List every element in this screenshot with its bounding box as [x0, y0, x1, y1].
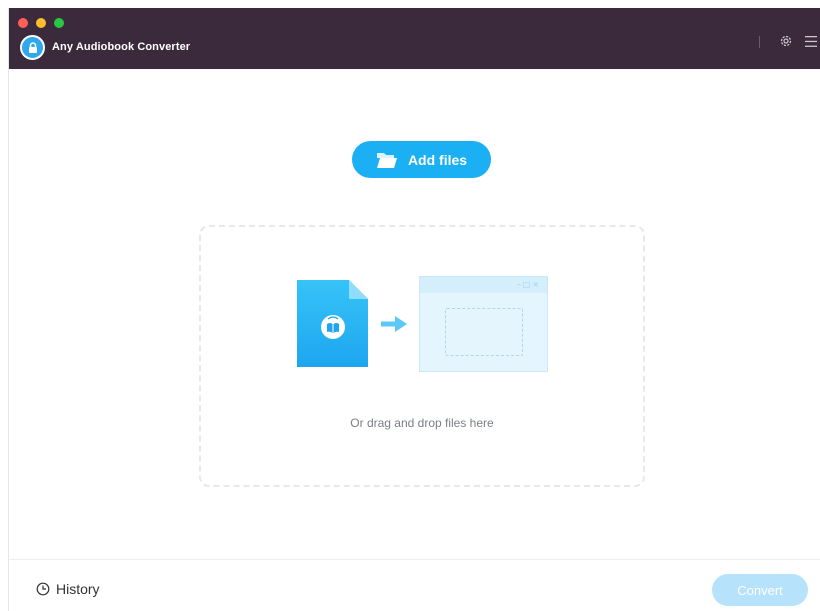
- open-folder-icon: [376, 151, 398, 169]
- menu-icon[interactable]: [803, 32, 819, 50]
- settings-gear-icon[interactable]: [777, 32, 795, 50]
- app-title: Any Audiobook Converter: [52, 41, 191, 53]
- title-bar: Any Audiobook Converter: [9, 8, 820, 69]
- app-logo-icon: [20, 35, 45, 60]
- window-controls-icon: –□×: [516, 280, 541, 289]
- zoom-window-button[interactable]: [54, 18, 64, 28]
- drop-hint-text: Or drag and drop files here: [350, 416, 494, 430]
- app-window: Any Audiobook Converter Add files –□× Or…: [8, 8, 820, 611]
- history-button[interactable]: History: [36, 581, 100, 597]
- arrow-right-icon: [381, 316, 407, 332]
- desktop-edge: [0, 0, 8, 611]
- titlebar-divider: [759, 36, 760, 48]
- clock-icon: [36, 582, 50, 596]
- add-files-button[interactable]: Add files: [352, 141, 491, 178]
- window-illustration: –□×: [419, 276, 548, 372]
- minimize-window-button[interactable]: [36, 18, 46, 28]
- history-label: History: [56, 581, 100, 597]
- footer-divider: [9, 559, 820, 560]
- audiobook-file-icon: [297, 280, 368, 367]
- window-illustration-bar: –□×: [420, 277, 547, 293]
- close-window-button[interactable]: [18, 18, 28, 28]
- add-files-label: Add files: [407, 151, 468, 168]
- window-illustration-drop-area: [445, 308, 523, 356]
- convert-button[interactable]: Convert: [712, 574, 808, 606]
